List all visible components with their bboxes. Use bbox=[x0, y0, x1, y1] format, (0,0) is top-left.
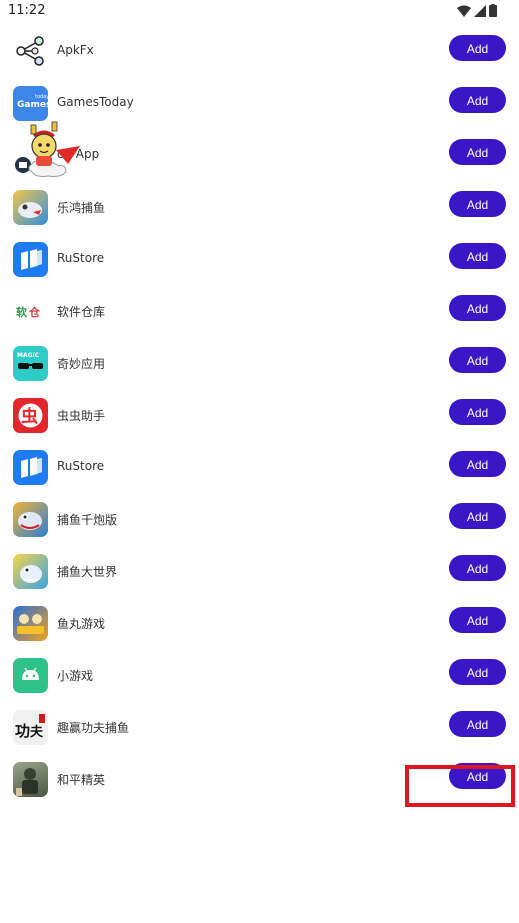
list-item: 虫 虫虫助手 Add bbox=[0, 390, 519, 442]
app-name: RuStore bbox=[57, 251, 105, 265]
list-item: 软仓 软件仓库 Add bbox=[0, 286, 519, 338]
fishing-game-icon bbox=[13, 190, 48, 225]
add-button[interactable]: Add bbox=[449, 243, 506, 269]
add-button[interactable]: Add bbox=[449, 35, 506, 61]
add-button[interactable]: Add bbox=[449, 503, 506, 529]
status-bar: 11:22 bbox=[0, 0, 519, 24]
list-item: RuStore Add bbox=[0, 442, 519, 494]
svg-text:功: 功 bbox=[15, 722, 30, 740]
app-name: RuStore bbox=[57, 459, 105, 473]
add-button[interactable]: Add bbox=[449, 711, 506, 737]
svg-text:软: 软 bbox=[16, 305, 28, 319]
battery-icon bbox=[489, 4, 497, 17]
add-button[interactable]: Add bbox=[449, 139, 506, 165]
yuwan-game-icon bbox=[13, 606, 48, 641]
fishing-cannon-icon bbox=[13, 502, 48, 537]
list-item: 鱼丸游戏 Add bbox=[0, 598, 519, 650]
software-store-icon: 软仓 bbox=[13, 294, 48, 329]
svg-text:MAGIC: MAGIC bbox=[17, 352, 40, 359]
add-button[interactable]: Add bbox=[449, 607, 506, 633]
app-name: 和平精英 bbox=[57, 773, 106, 787]
add-button[interactable]: Add bbox=[449, 451, 506, 477]
tap-target-highlight bbox=[405, 765, 515, 807]
list-item: 捕鱼大世界 Add bbox=[0, 546, 519, 598]
svg-text:虫: 虫 bbox=[21, 406, 38, 427]
add-button[interactable]: Add bbox=[449, 399, 506, 425]
svg-text:仓: 仓 bbox=[28, 305, 41, 319]
clock: 11:22 bbox=[8, 3, 46, 18]
app-name: 鱼丸游戏 bbox=[57, 617, 106, 631]
app-name: 乐鸿捕鱼 bbox=[57, 201, 106, 215]
svg-text:Games: Games bbox=[17, 100, 48, 110]
add-button[interactable]: Add bbox=[449, 659, 506, 685]
rustore-icon bbox=[13, 242, 48, 277]
app-name: 软件仓库 bbox=[57, 305, 106, 319]
apkfx-network-icon bbox=[13, 34, 48, 69]
app-name: ApkFx bbox=[57, 43, 94, 57]
gamestoday-icon: Games today bbox=[13, 86, 48, 121]
list-item: MAGIC 奇妙应用 Add bbox=[0, 338, 519, 390]
app-name: 虫虫助手 bbox=[57, 409, 106, 423]
list-item: 功夫 趣赢功夫捕鱼 Add bbox=[0, 702, 519, 754]
kungfu-fishing-icon: 功夫 bbox=[13, 710, 48, 745]
fishing-world-icon bbox=[13, 554, 48, 589]
wifi-icon bbox=[457, 5, 471, 17]
app-name: 捕鱼大世界 bbox=[57, 565, 118, 579]
android-icon bbox=[13, 658, 48, 693]
app-name: 捕鱼千炮版 bbox=[57, 513, 118, 527]
app-name: 趣赢功夫捕鱼 bbox=[57, 721, 130, 735]
list-item: 乐鸿捕鱼 Add bbox=[0, 182, 519, 234]
signal-icon bbox=[474, 4, 486, 17]
add-button[interactable]: Add bbox=[449, 347, 506, 373]
floating-mascot-sticker[interactable] bbox=[22, 120, 82, 182]
app-name: GamesToday bbox=[57, 95, 134, 109]
app-name: 小游戏 bbox=[57, 669, 94, 683]
svg-text:today: today bbox=[35, 94, 48, 100]
add-button[interactable]: Add bbox=[449, 87, 506, 113]
list-item: ApkFx Add bbox=[0, 26, 519, 78]
add-button[interactable]: Add bbox=[449, 191, 506, 217]
rustore-icon bbox=[13, 450, 48, 485]
list-item: 捕鱼千炮版 Add bbox=[0, 494, 519, 546]
peace-elite-icon bbox=[13, 762, 48, 797]
list-item: RuStore Add bbox=[0, 234, 519, 286]
add-button[interactable]: Add bbox=[449, 295, 506, 321]
app-name: 奇妙应用 bbox=[57, 357, 106, 371]
chongchong-icon: 虫 bbox=[13, 398, 48, 433]
status-icons bbox=[457, 4, 497, 17]
svg-text:夫: 夫 bbox=[30, 724, 44, 740]
list-item: 小游戏 Add bbox=[0, 650, 519, 702]
magic-app-icon: MAGIC bbox=[13, 346, 48, 381]
add-button[interactable]: Add bbox=[449, 555, 506, 581]
